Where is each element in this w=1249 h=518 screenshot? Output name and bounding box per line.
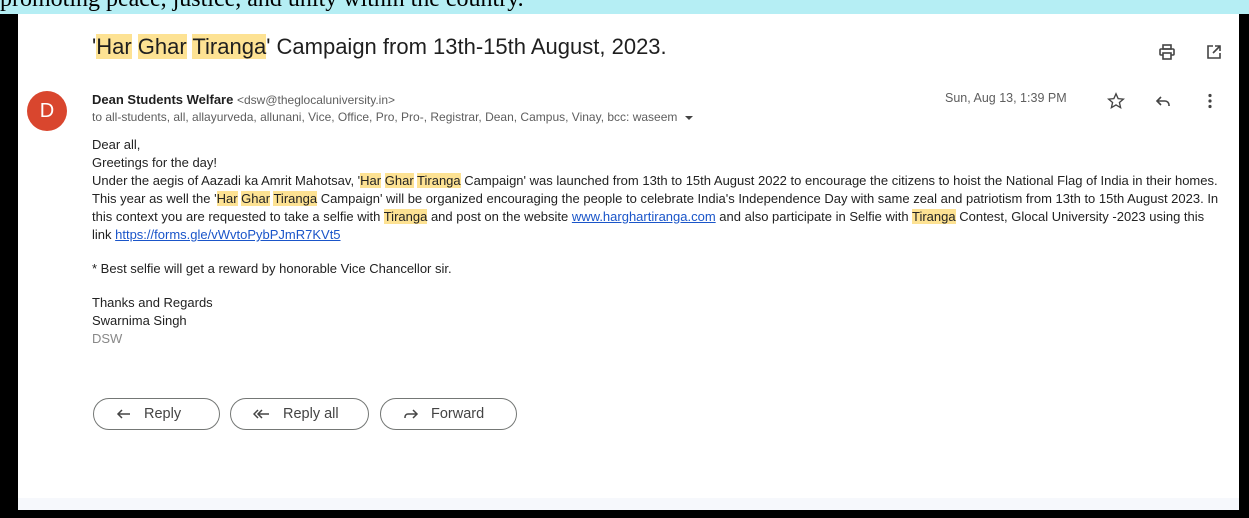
search-highlight: Har <box>216 191 238 206</box>
reply-all-label: Reply all <box>283 406 339 422</box>
email-subject: 'Har Ghar Tiranga' Campaign from 13th-15… <box>92 34 667 59</box>
caret-down-icon <box>684 115 693 120</box>
greeting-line-2: Greetings for the day! <box>92 155 218 170</box>
forward-button[interactable]: Forward <box>380 398 517 430</box>
reply-button[interactable]: Reply <box>93 398 220 430</box>
main-paragraph: Under the aegis of Aazadi ka Amrit Mahot… <box>92 173 1219 242</box>
caption-text: promoting peace, justice, and unity with… <box>0 0 524 13</box>
recipients-text: to all-students, all, allayurveda, allun… <box>92 110 678 124</box>
print-icon[interactable] <box>1156 41 1178 63</box>
search-highlight: Tiranga <box>912 209 956 224</box>
search-highlight: Ghar <box>241 191 271 206</box>
star-icon[interactable] <box>1105 90 1127 112</box>
reply-icon[interactable] <box>1152 90 1174 112</box>
signature-name: Swarnima Singh <box>92 313 187 328</box>
email-body: Dear all, Greetings for the day! Under t… <box>92 136 1222 348</box>
search-highlight: Ghar <box>384 173 414 188</box>
sender-line: Dean Students Welfare <dsw@theglocaluniv… <box>92 92 395 107</box>
search-highlight: Tiranga <box>383 209 428 224</box>
sender-email: <dsw@theglocaluniversity.in> <box>236 93 396 107</box>
form-link[interactable]: https://forms.gle/vWvtoPybPJmR7KVt5 <box>115 227 340 242</box>
recipients-line[interactable]: to all-students, all, allayurveda, allun… <box>92 110 694 124</box>
reply-all-button[interactable]: Reply all <box>230 398 369 430</box>
forward-icon <box>403 407 419 421</box>
search-highlight: Har <box>96 34 132 59</box>
sender-name[interactable]: Dean Students Welfare <box>92 92 233 107</box>
bottom-band <box>18 498 1239 510</box>
reply-all-icon <box>253 407 271 421</box>
open-in-new-icon[interactable] <box>1203 41 1225 63</box>
search-highlight: Tiranga <box>273 191 318 206</box>
more-vert-icon[interactable] <box>1199 90 1221 112</box>
caption-strip: promoting peace, justice, and unity with… <box>0 0 1249 14</box>
greeting: Dear all, <box>92 137 141 152</box>
avatar[interactable]: D <box>27 91 67 131</box>
email-date: Sun, Aug 13, 1:39 PM <box>945 91 1067 105</box>
search-highlight: Har <box>360 173 382 188</box>
email-view: 'Har Ghar Tiranga' Campaign from 13th-15… <box>18 14 1239 510</box>
signature-title: DSW <box>92 331 123 346</box>
reply-icon <box>116 407 132 421</box>
search-highlight: Ghar <box>137 34 187 59</box>
forward-label: Forward <box>431 406 485 422</box>
search-highlight: Tiranga <box>417 173 461 188</box>
website-link[interactable]: www.harghartiranga.com <box>572 209 716 224</box>
search-highlight: Tiranga <box>192 34 267 59</box>
reward-note: * Best selfie will get a reward by honor… <box>92 261 452 276</box>
reply-label: Reply <box>144 406 182 422</box>
closing: Thanks and Regards <box>92 295 213 310</box>
